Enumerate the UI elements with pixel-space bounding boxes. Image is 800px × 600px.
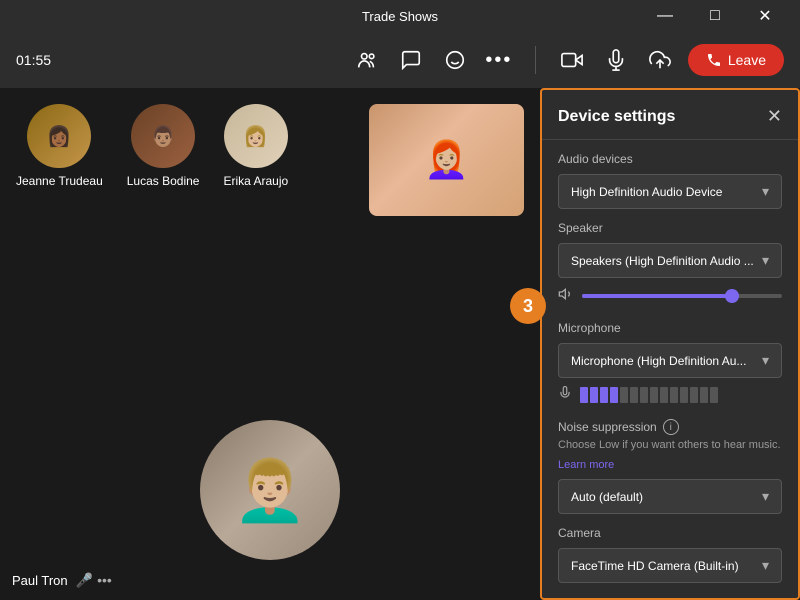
camera-dropdown[interactable]: FaceTime HD Camera (Built-in) ▾ [558, 548, 782, 583]
self-name: Paul Tron [12, 573, 68, 588]
camera-label: Camera [558, 526, 782, 540]
volume-track[interactable] [582, 294, 782, 298]
title-bar: Trade Shows — □ ✕ [0, 0, 800, 32]
toolbar-icons: ••• [347, 40, 519, 80]
video-area: 👩🏾 Jeanne Trudeau 👨🏽 Lucas Bodine 👩🏼 Eri… [0, 88, 540, 600]
minimize-button[interactable]: — [642, 0, 688, 32]
step-badge: 3 [510, 288, 546, 324]
volume-fill [582, 294, 732, 298]
bottom-icons: 🎤 ••• [76, 572, 112, 589]
volume-slider-row [558, 278, 782, 309]
camera-value: FaceTime HD Camera (Built-in) [571, 559, 758, 573]
audio-devices-label: Audio devices [558, 152, 782, 166]
volume-icon [558, 286, 574, 305]
mic-bar-1 [580, 387, 588, 403]
audio-device-dropdown[interactable]: High Definition Audio Device ▾ [558, 174, 782, 209]
noise-supp-dropdown[interactable]: Auto (default) ▾ [558, 479, 782, 514]
call-timer: 01:55 [16, 52, 51, 68]
panel-title: Device settings [558, 108, 675, 126]
audio-device-arrow: ▾ [762, 183, 769, 200]
audio-device-value: High Definition Audio Device [571, 185, 758, 199]
microphone-arrow: ▾ [762, 352, 769, 369]
avatar-jeanne: 👩🏾 [27, 104, 91, 168]
microphone-dropdown[interactable]: Microphone (High Definition Au... ▾ [558, 343, 782, 378]
mic-bar-4 [610, 387, 618, 403]
leave-button[interactable]: Leave [688, 44, 784, 76]
camera-arrow: ▾ [762, 557, 769, 574]
self-video-bg: 👨🏼‍🦱 [200, 420, 340, 560]
mic-bar-6 [630, 387, 638, 403]
avatar-erika: 👩🏼 [224, 104, 288, 168]
mic-bar-9 [660, 387, 668, 403]
panel-header: Device settings ✕ [542, 90, 798, 140]
participant-3: 👩🏼 Erika Araujo [223, 104, 288, 188]
toolbar: 01:55 ••• [0, 32, 800, 88]
noise-info-icon[interactable]: i [663, 419, 679, 435]
main-content: 👩🏾 Jeanne Trudeau 👨🏽 Lucas Bodine 👩🏼 Eri… [0, 88, 800, 600]
bottom-bar: Paul Tron 🎤 ••• [0, 560, 124, 600]
media-controls [552, 40, 680, 80]
mic-bar-5 [620, 387, 628, 403]
volume-thumb [725, 289, 739, 303]
mic-status-icon: 🎤 [76, 572, 93, 589]
window-controls: — □ ✕ [642, 0, 788, 32]
featured-video-bg: 👩🏼‍🦰 [369, 104, 524, 216]
chat-icon[interactable] [391, 40, 431, 80]
microphone-value: Microphone (High Definition Au... [571, 354, 758, 368]
self-video: 👨🏼‍🦱 [200, 420, 340, 560]
more-icon[interactable]: ••• [479, 40, 519, 80]
speaker-value: Speakers (High Definition Audio ... [571, 254, 758, 268]
camera-section: Camera FaceTime HD Camera (Built-in) ▾ [542, 526, 798, 595]
microphone-label: Microphone [558, 321, 782, 335]
mic-level-row [558, 378, 782, 407]
avatar-lucas: 👨🏽 [131, 104, 195, 168]
speaker-arrow: ▾ [762, 252, 769, 269]
participant-1: 👩🏾 Jeanne Trudeau [16, 104, 103, 188]
participants-icon[interactable] [347, 40, 387, 80]
close-button[interactable]: ✕ [742, 0, 788, 32]
leave-label: Leave [728, 52, 766, 68]
speaker-label: Speaker [558, 221, 782, 235]
learn-more-link[interactable]: Learn more [558, 459, 614, 471]
mic-bar-14 [710, 387, 718, 403]
noise-hint: Choose Low if you want others to hear mu… [558, 439, 782, 451]
participant-2: 👨🏽 Lucas Bodine [127, 104, 200, 188]
mic-bar-3 [600, 387, 608, 403]
mic-bar-7 [640, 387, 648, 403]
device-settings-panel: Device settings ✕ Audio devices High Def… [540, 88, 800, 600]
share-button[interactable] [640, 40, 680, 80]
maximize-button[interactable]: □ [692, 0, 738, 32]
audio-devices-section: Audio devices High Definition Audio Devi… [542, 140, 798, 221]
noise-supp-value: Auto (default) [571, 490, 758, 504]
mic-bar-11 [680, 387, 688, 403]
mic-icon [558, 386, 572, 403]
noise-label-row: Noise suppression i [558, 419, 782, 435]
speaker-section: Speaker Speakers (High Definition Audio … [542, 221, 798, 321]
mic-bars [580, 387, 718, 403]
window-title: Trade Shows [362, 9, 438, 24]
noise-supp-arrow: ▾ [762, 488, 769, 505]
mic-bar-8 [650, 387, 658, 403]
mic-bar-12 [690, 387, 698, 403]
mic-bar-10 [670, 387, 678, 403]
speaker-dropdown[interactable]: Speakers (High Definition Audio ... ▾ [558, 243, 782, 278]
panel-close-button[interactable]: ✕ [767, 106, 782, 127]
featured-video: 👩🏼‍🦰 [369, 104, 524, 216]
mic-bar-13 [700, 387, 708, 403]
mic-bar-2 [590, 387, 598, 403]
reactions-icon[interactable] [435, 40, 475, 80]
noise-supp-label: Noise suppression [558, 420, 657, 434]
participant-3-name: Erika Araujo [223, 174, 288, 188]
participant-1-name: Jeanne Trudeau [16, 174, 103, 188]
participant-2-name: Lucas Bodine [127, 174, 200, 188]
noise-suppression-section: Noise suppression i Choose Low if you wa… [542, 419, 798, 526]
mic-button[interactable] [596, 40, 636, 80]
more-options-icon[interactable]: ••• [97, 572, 112, 589]
microphone-section: Microphone Microphone (High Definition A… [542, 321, 798, 419]
camera-button[interactable] [552, 40, 592, 80]
